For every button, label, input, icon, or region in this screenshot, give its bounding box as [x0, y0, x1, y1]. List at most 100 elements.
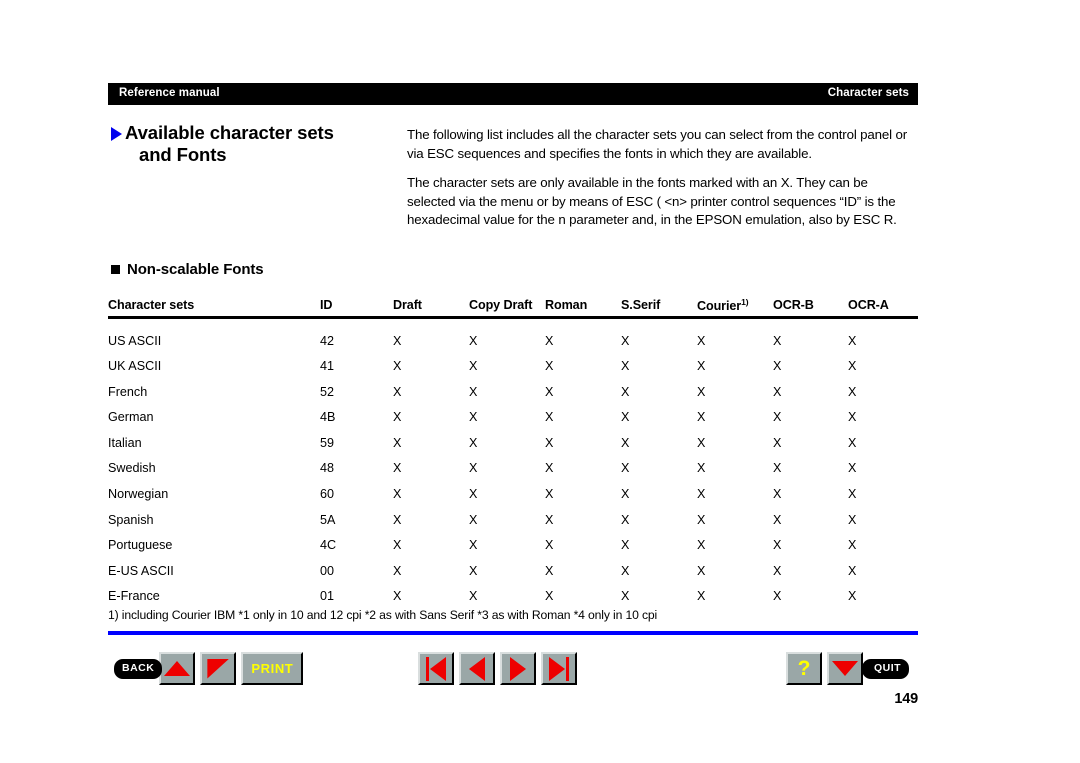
cell-id: 01	[320, 589, 335, 604]
triangle-left-icon	[461, 654, 493, 683]
cell-id: 4B	[320, 410, 336, 425]
toolbar-navigation	[418, 652, 582, 690]
cell-copy-draft: X	[469, 512, 478, 527]
print-button[interactable]: PRINT	[241, 652, 304, 685]
cell-ocr-b: X	[773, 333, 782, 348]
section-heading-text: Non-scalable Fonts	[127, 261, 264, 278]
page-title: Available character sets and Fonts	[111, 122, 396, 166]
cell-id: 42	[320, 333, 335, 348]
cell-copy-draft: X	[469, 487, 478, 502]
cell-copy-draft: X	[469, 538, 478, 553]
cell-roman: X	[545, 512, 554, 527]
cell-ocr-a: X	[848, 461, 857, 476]
cell-ocr-a: X	[848, 333, 857, 348]
cell-sserif: X	[621, 359, 630, 374]
cell-roman: X	[545, 487, 554, 502]
cell-courier: X	[697, 512, 706, 527]
cell-courier: X	[697, 359, 706, 374]
cell-roman: X	[545, 435, 554, 450]
column-header-roman: Roman	[545, 297, 588, 312]
column-header-copy-draft: Copy Draft	[469, 297, 533, 312]
cell-id: 00	[320, 563, 335, 578]
cell-ocr-b: X	[773, 512, 782, 527]
previous-page-button[interactable]	[459, 652, 495, 685]
cell-courier: X	[697, 384, 706, 399]
cell-draft: X	[393, 333, 402, 348]
black-square-bullet-icon	[111, 265, 120, 274]
table-row: E-France 01 X X X X X X X	[108, 584, 918, 610]
cell-id: 4C	[320, 538, 337, 553]
cell-ocr-b: X	[773, 461, 782, 476]
cell-ocr-a: X	[848, 487, 857, 502]
cell-character-set: Portuguese	[108, 538, 173, 553]
cell-sserif: X	[621, 589, 630, 604]
cell-id: 41	[320, 359, 335, 374]
first-page-button[interactable]	[418, 652, 454, 685]
table-row: UK ASCII 41 X X X X X X X	[108, 354, 918, 380]
page-title-text: Available character sets and Fonts	[125, 122, 334, 166]
cell-roman: X	[545, 461, 554, 476]
cell-ocr-b: X	[773, 359, 782, 374]
table-header: Character sets ID Draft Copy Draft Roman…	[108, 294, 918, 318]
table-row: E-US ASCII 00 X X X X X X X	[108, 558, 918, 584]
cell-courier: X	[697, 410, 706, 425]
cell-draft: X	[393, 589, 402, 604]
back-button[interactable]: BACK	[114, 659, 163, 679]
column-header-character-sets: Character sets	[108, 297, 195, 312]
cell-ocr-a: X	[848, 384, 857, 399]
cell-copy-draft: X	[469, 435, 478, 450]
cell-roman: X	[545, 538, 554, 553]
scroll-up-button[interactable]	[159, 652, 196, 685]
column-header-courier-text: Courier	[697, 298, 742, 313]
toolbar-right: ? QUIT	[786, 652, 910, 690]
cell-courier: X	[697, 487, 706, 502]
question-mark-icon: ?	[788, 654, 820, 683]
page-down-button[interactable]	[200, 652, 237, 685]
cell-character-set: Spanish	[108, 512, 154, 527]
cell-ocr-b: X	[773, 563, 782, 578]
cell-character-set: UK ASCII	[108, 359, 162, 374]
last-page-button[interactable]	[541, 652, 577, 685]
cell-copy-draft: X	[469, 333, 478, 348]
section-heading: Non-scalable Fonts	[111, 261, 264, 278]
cell-ocr-a: X	[848, 410, 857, 425]
help-button[interactable]: ?	[786, 652, 822, 685]
skip-to-last-icon	[543, 654, 575, 683]
cell-sserif: X	[621, 333, 630, 348]
corner-wedge-icon	[202, 654, 234, 683]
column-header-ocr-a: OCR-A	[848, 297, 889, 312]
table-header-row: Character sets ID Draft Copy Draft Roman…	[108, 294, 918, 318]
intro-text: The following list includes all the char…	[407, 126, 919, 230]
cell-draft: X	[393, 461, 402, 476]
column-header-sserif: S.Serif	[621, 297, 661, 312]
cell-character-set: US ASCII	[108, 333, 162, 348]
table-body: US ASCII 42 X X X X X X X UK ASCII 41 X X X X X X X French…	[108, 318, 918, 610]
cell-roman: X	[545, 589, 554, 604]
cell-roman: X	[545, 410, 554, 425]
cell-ocr-b: X	[773, 435, 782, 450]
character-sets-table-wrap: Character sets ID Draft Copy Draft Roman…	[108, 294, 918, 610]
cell-sserif: X	[621, 512, 630, 527]
cell-draft: X	[393, 384, 402, 399]
table-row: French 52 X X X X X X X	[108, 379, 918, 405]
column-header-id: ID	[320, 297, 333, 312]
toolbar-left: BACK PRINT	[114, 652, 308, 690]
cell-character-set: French	[108, 384, 148, 399]
cell-ocr-b: X	[773, 589, 782, 604]
quit-button[interactable]: QUIT	[862, 659, 910, 679]
cell-character-set: German	[108, 410, 154, 425]
cell-ocr-b: X	[773, 538, 782, 553]
cell-copy-draft: X	[469, 461, 478, 476]
table-row: Portuguese 4C X X X X X X X	[108, 533, 918, 559]
cell-id: 52	[320, 384, 335, 399]
cell-character-set: Italian	[108, 435, 142, 450]
cell-id: 5A	[320, 512, 336, 527]
cell-character-set: E-France	[108, 589, 160, 604]
cell-courier: X	[697, 333, 706, 348]
cell-sserif: X	[621, 487, 630, 502]
cell-sserif: X	[621, 563, 630, 578]
manual-page: Reference manual Character sets Availabl…	[108, 0, 918, 763]
next-page-button[interactable]	[500, 652, 536, 685]
cell-copy-draft: X	[469, 589, 478, 604]
quit-arrow-button[interactable]	[827, 652, 863, 685]
